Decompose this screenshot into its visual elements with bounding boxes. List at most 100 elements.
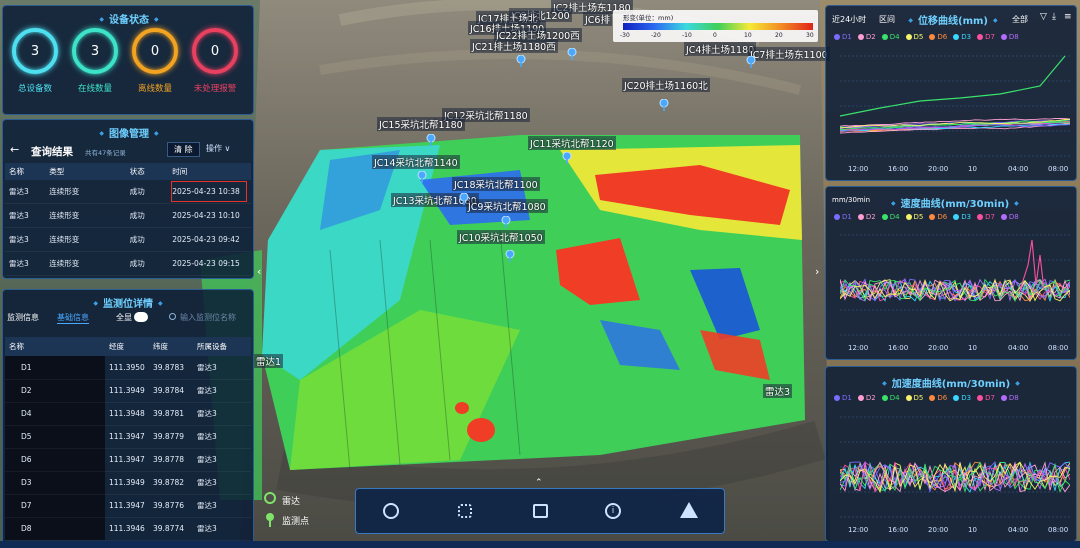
legend-item[interactable]: D1 [834,394,852,402]
table-row[interactable]: D2 111.3949 39.8784 雷达3 [5,379,251,403]
legend-item[interactable]: D8 [1000,394,1019,402]
map-label[interactable]: JC11采坑北帮1120 [528,136,616,150]
map-label[interactable]: JC21排土场1180西 [470,39,558,53]
map-label[interactable]: JC20排土场1160北 [622,78,710,92]
table-row[interactable]: 雷达3 连续形变 成功 2025-04-23 09:42 [5,227,251,252]
legend-item[interactable]: D7 [977,213,995,221]
gauge-2: 0 离线数量 [130,28,180,94]
gauge-1: 3 在线数量 [70,28,120,94]
x-tick: 04:00 [1008,344,1029,352]
map-label[interactable]: 雷达3 [763,384,793,398]
legend-item[interactable]: D1 [834,33,852,41]
map-label[interactable]: JC15采坑北帮1180 [377,117,465,131]
legend-item[interactable]: D2 [857,33,876,41]
location-pin-icon[interactable] [426,134,436,146]
map-label[interactable]: 雷达1 [254,354,284,368]
table-cell: D8 [5,517,105,541]
table-row[interactable]: D4 111.3948 39.8781 雷达3 [5,402,251,426]
colorbar-gradient [623,23,813,30]
legend-item[interactable]: D5 [905,394,923,402]
location-pin-icon[interactable] [505,250,515,262]
show-all-toggle[interactable] [134,312,148,322]
table-cell: 雷达3 [193,425,251,449]
grid-icon[interactable] [458,504,472,518]
table-row[interactable]: D5 111.3947 39.8779 雷达3 [5,425,251,449]
location-pin-icon[interactable] [417,171,427,183]
legend-item[interactable]: D7 [977,33,995,41]
map-label[interactable]: JC9采坑北帮1080 [466,199,548,213]
x-tick: 08:00 [1048,165,1069,173]
legend-item[interactable]: D3 [953,394,971,402]
location-pin-icon[interactable] [501,216,511,228]
location-pin-icon[interactable] [567,48,577,60]
back-arrow-icon[interactable]: ← [10,143,19,156]
map-label[interactable]: JC6排 [583,12,612,26]
location-pin-icon[interactable] [659,99,669,111]
filter-icon[interactable]: ▽ [1040,12,1047,22]
legend-item[interactable]: D6 [929,213,947,221]
legend-item[interactable]: D3 [953,33,971,41]
legend-item[interactable]: D8 [1000,33,1019,41]
map-label[interactable]: JC10采坑北帮1050 [457,230,545,244]
legend-item[interactable]: D2 [857,394,876,402]
more-icon[interactable]: ≡ [1064,12,1072,22]
download-icon[interactable]: ⤓ [1052,12,1056,22]
clear-button[interactable]: 清 除 [167,142,200,157]
gauge-ring: 0 [192,28,238,74]
range-select[interactable]: 近24小时 [832,14,866,25]
map-label[interactable]: JC4排土场1180 [684,42,757,56]
table-cell: 雷达3 [193,356,251,380]
table-row[interactable]: D7 111.3947 39.8776 雷达3 [5,494,251,518]
legend-item[interactable]: D5 [905,213,923,221]
column-header: 类型 [45,163,126,180]
toolbar-collapse-icon[interactable]: ⌃ [535,478,543,488]
table-row[interactable]: 雷达3 连续形变 成功 2025-04-23 10:10 [5,203,251,228]
monitor-search-input[interactable]: 输入监测位名称 [180,312,236,323]
location-pin-icon[interactable] [459,193,469,205]
location-pin-icon[interactable] [516,55,526,67]
map-label[interactable]: JC7排土场东1100 [748,47,830,61]
legend-item[interactable]: D6 [929,394,947,402]
table-row[interactable]: D8 111.3946 39.8774 雷达3 [5,517,251,541]
interval-select[interactable]: 区间 [879,14,895,25]
location-pin-icon[interactable] [562,152,572,164]
legend-label: D8 [1008,33,1019,41]
velocity-title: 速度曲线(mm/30min) [886,195,1016,210]
acceleration-title: 加速度曲线(mm/30min) [871,375,1031,390]
scope-select[interactable]: 全部 [1012,14,1028,25]
table-row[interactable]: D6 111.3947 39.8778 雷达3 [5,448,251,472]
x-tick: 12:00 [848,526,869,534]
legend-item[interactable]: D3 [953,213,971,221]
gauge-ring: 3 [72,28,118,74]
history-icon[interactable] [383,503,399,519]
info-icon[interactable]: i [605,503,621,519]
legend-item[interactable]: D5 [905,33,923,41]
map-icon[interactable] [533,504,548,518]
map-label[interactable]: JC18采坑北帮1100 [452,177,540,191]
legend-item[interactable]: D2 [857,213,876,221]
tab-basic-info[interactable]: 基础信息 [57,312,89,324]
legend-item[interactable]: D4 [881,394,900,402]
operations-dropdown[interactable]: 操作 ∨ [206,143,230,154]
map-label[interactable]: JC14采坑北帮1140 [372,155,460,169]
table-row[interactable]: 雷达3 连续形变 成功 2025-04-23 09:15 [5,251,251,276]
legend-item[interactable]: D8 [1000,213,1019,221]
legend-item[interactable]: D1 [834,213,852,221]
table-cell: 2025-04-23 09:15 [168,251,251,276]
legend-label: D1 [842,33,852,41]
legend-item[interactable]: D6 [929,33,947,41]
collapse-right-icon[interactable]: › [815,265,819,278]
table-cell: 111.3949 [105,471,149,495]
legend-item[interactable]: D7 [977,394,995,402]
warning-icon[interactable] [680,502,698,518]
legend-item[interactable]: D4 [881,213,900,221]
table-row[interactable]: D1 111.3950 39.8783 雷达3 [5,356,251,380]
table-row[interactable]: D3 111.3949 39.8782 雷达3 [5,471,251,495]
colorbar-tick: 0 [713,32,717,39]
table-cell: 39.8781 [149,402,193,426]
tab-monitor-info[interactable]: 监测信息 [7,312,39,323]
location-pin-icon[interactable] [746,56,756,68]
legend-label: D4 [889,213,900,221]
collapse-left-icon[interactable]: ‹ [257,265,261,278]
legend-item[interactable]: D4 [881,33,900,41]
